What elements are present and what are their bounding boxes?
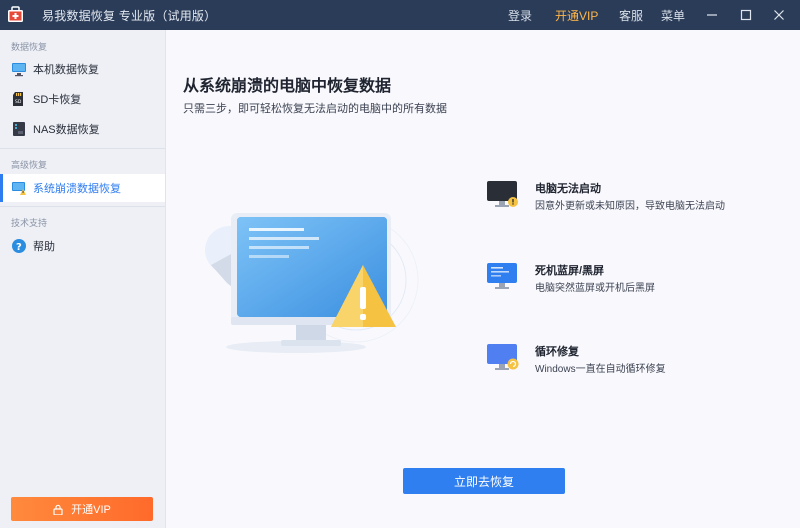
blue-screen-monitor-icon — [487, 263, 517, 289]
login-link[interactable]: 登录 — [508, 7, 532, 24]
help-icon: ? — [12, 239, 26, 253]
sidebar-vip-button[interactable]: 开通VIP — [11, 497, 153, 521]
svg-text:SD: SD — [15, 99, 22, 105]
cause-description: Windows一直在自动循环修复 — [535, 364, 666, 375]
black-screen-monitor-icon — [487, 181, 518, 207]
minimize-button[interactable] — [697, 0, 727, 30]
menu-link[interactable]: 菜单 — [661, 7, 685, 24]
svg-text:?: ? — [16, 242, 22, 253]
sidebar-item-sd-card[interactable]: SD SD卡恢复 — [0, 85, 165, 113]
close-icon — [774, 10, 784, 20]
cause-item-repair-loop: 循环修复 Windows一直在自动循环修复 — [486, 343, 786, 383]
recover-now-button[interactable]: 立即去恢复 — [403, 468, 565, 494]
sidebar-item-system-crash[interactable]: 系统崩溃数据恢复 — [0, 174, 165, 202]
main-panel: 从系统崩溃的电脑中恢复数据 只需三步，即可轻松恢复无法启动的电脑中的所有数据 电… — [166, 30, 800, 528]
cause-description: 因意外更新或未知原因，导致电脑无法启动 — [535, 201, 725, 212]
minimize-icon — [707, 14, 717, 16]
sidebar-item-label: NAS数据恢复 — [33, 124, 100, 136]
cause-description: 电脑突然蓝屏或开机后黑屏 — [535, 283, 655, 294]
page-subtitle: 只需三步，即可轻松恢复无法启动的电脑中的所有数据 — [183, 103, 447, 115]
service-link[interactable]: 客服 — [619, 7, 643, 24]
sidebar-divider — [0, 206, 165, 207]
sd-card-icon: SD — [13, 92, 23, 106]
cause-item-blue-screen: 死机蓝屏/黑屏 电脑突然蓝屏或开机后黑屏 — [486, 262, 786, 302]
nas-icon — [13, 122, 25, 136]
section-advanced-recovery: 高级恢复 — [11, 160, 48, 170]
sidebar-item-label: 本机数据恢复 — [33, 64, 99, 76]
section-data-recovery: 数据恢复 — [11, 42, 48, 52]
app-title: 易我数据恢复 专业版（试用版） — [42, 9, 217, 23]
app-logo-icon — [8, 6, 23, 22]
sidebar: 数据恢复 本机数据恢复 SD SD卡恢复 NAS数据恢复 高级恢复 系统崩溃数据… — [0, 30, 166, 528]
maximize-button[interactable] — [731, 0, 761, 30]
cause-title: 电脑无法启动 — [535, 183, 601, 195]
close-button[interactable] — [764, 0, 794, 30]
system-crash-icon — [12, 182, 26, 195]
cause-item-no-boot: 电脑无法启动 因意外更新或未知原因，导致电脑无法启动 — [486, 180, 786, 220]
section-tech-support: 技术支持 — [11, 218, 48, 228]
page-title: 从系统崩溃的电脑中恢复数据 — [183, 78, 392, 95]
sidebar-item-label: 帮助 — [33, 241, 55, 253]
crashed-computer-illustration — [205, 213, 419, 353]
title-bar: 易我数据恢复 专业版（试用版） 登录 开通VIP 客服 菜单 — [0, 0, 800, 30]
sidebar-item-nas[interactable]: NAS数据恢复 — [0, 115, 165, 143]
sidebar-item-label: 系统崩溃数据恢复 — [33, 183, 121, 195]
sidebar-item-label: SD卡恢复 — [33, 94, 82, 106]
maximize-icon — [740, 9, 752, 21]
sidebar-item-local-recovery[interactable]: 本机数据恢复 — [0, 55, 165, 83]
sidebar-divider — [0, 148, 165, 149]
vip-button-label: 开通VIP — [71, 504, 111, 516]
cause-title: 死机蓝屏/黑屏 — [535, 265, 605, 277]
vip-link[interactable]: 开通VIP — [555, 7, 598, 24]
cause-title: 循环修复 — [535, 346, 579, 358]
monitor-icon — [12, 63, 26, 77]
sidebar-item-help[interactable]: ? 帮助 — [0, 232, 165, 260]
repair-loop-monitor-icon — [487, 344, 519, 370]
lock-icon — [53, 504, 63, 515]
